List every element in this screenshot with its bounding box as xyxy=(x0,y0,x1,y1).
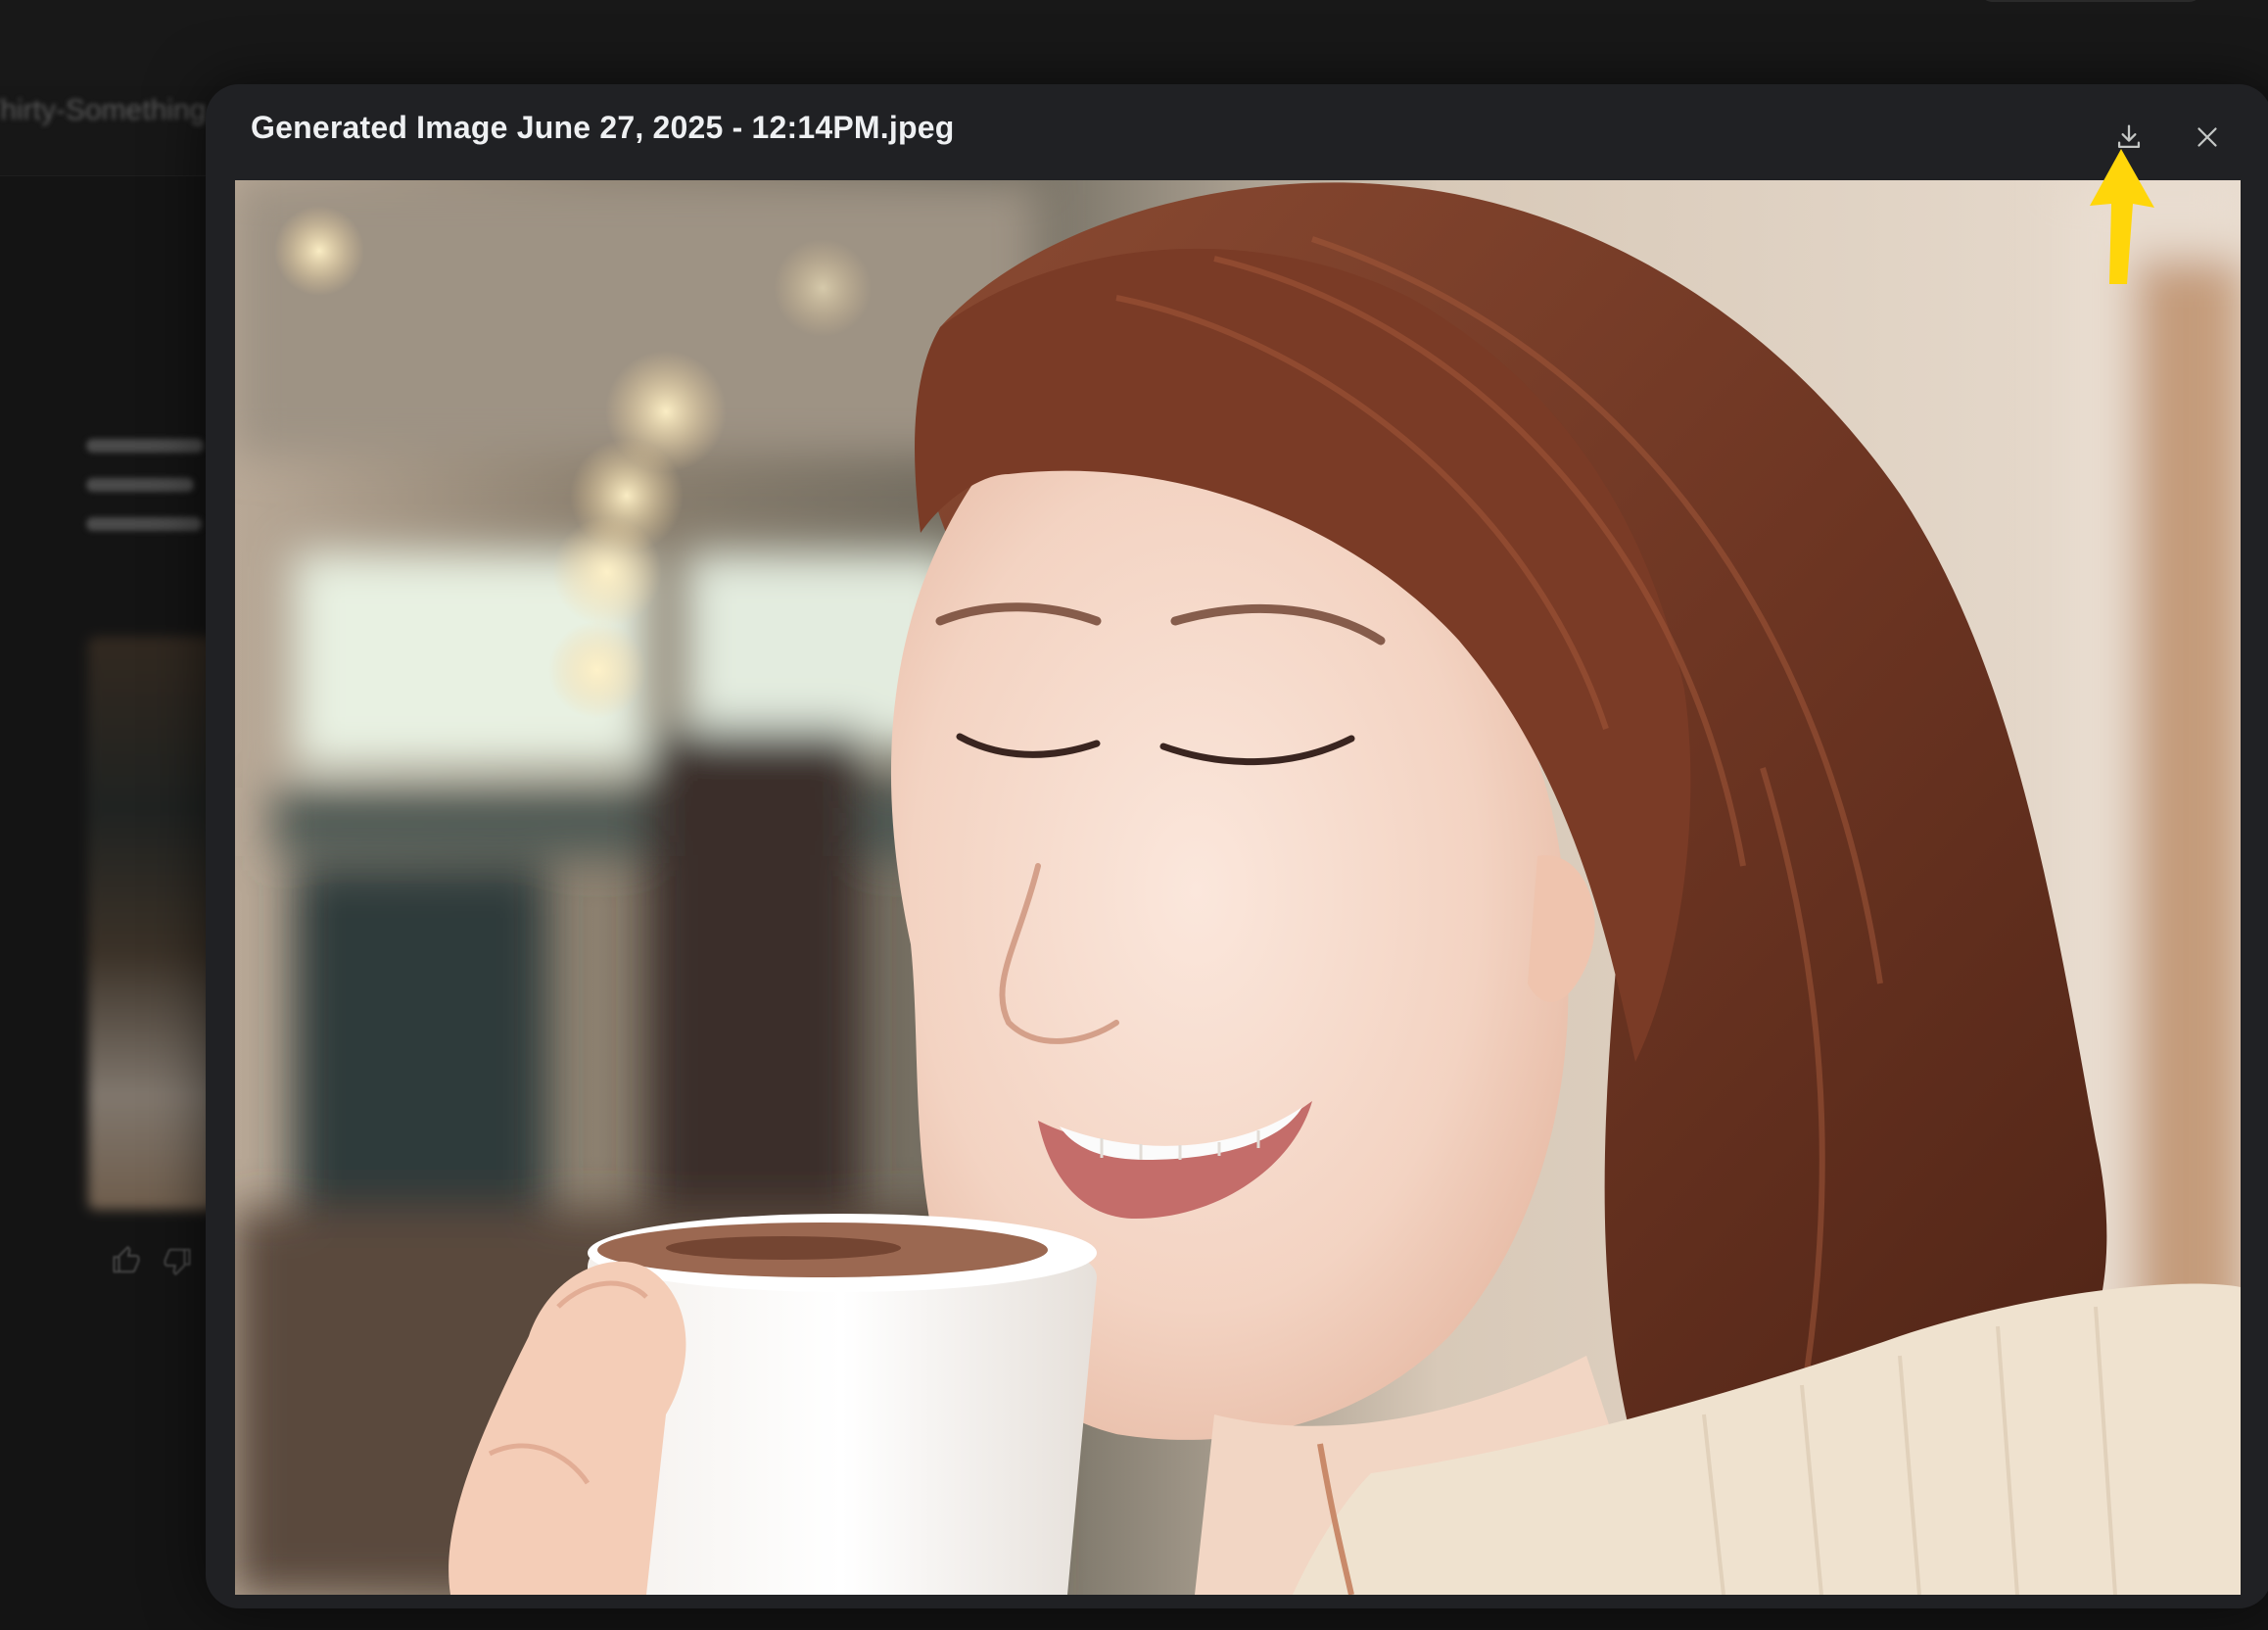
generated-image-thumbnail[interactable] xyxy=(88,637,215,1210)
close-button[interactable] xyxy=(2176,106,2239,168)
response-text-blurred xyxy=(86,439,204,556)
modal-header: Generated Image June 27, 2025 - 12:14PM.… xyxy=(206,84,2268,180)
thumbs-up-icon[interactable] xyxy=(110,1245,143,1275)
app-viewport: Thirty-Something Generated Image June 27… xyxy=(0,0,2268,1630)
generated-image xyxy=(235,180,2241,1595)
modal-title: Generated Image June 27, 2025 - 12:14PM.… xyxy=(251,110,955,145)
top-bar-pill xyxy=(1978,0,2203,2)
annotation-arrow xyxy=(2090,149,2154,284)
close-icon xyxy=(2197,127,2217,147)
top-bar xyxy=(0,0,2268,86)
chat-title: Thirty-Something xyxy=(0,94,207,126)
image-viewer-modal: Generated Image June 27, 2025 - 12:14PM.… xyxy=(206,84,2268,1608)
thumbs-down-icon[interactable] xyxy=(161,1246,194,1276)
